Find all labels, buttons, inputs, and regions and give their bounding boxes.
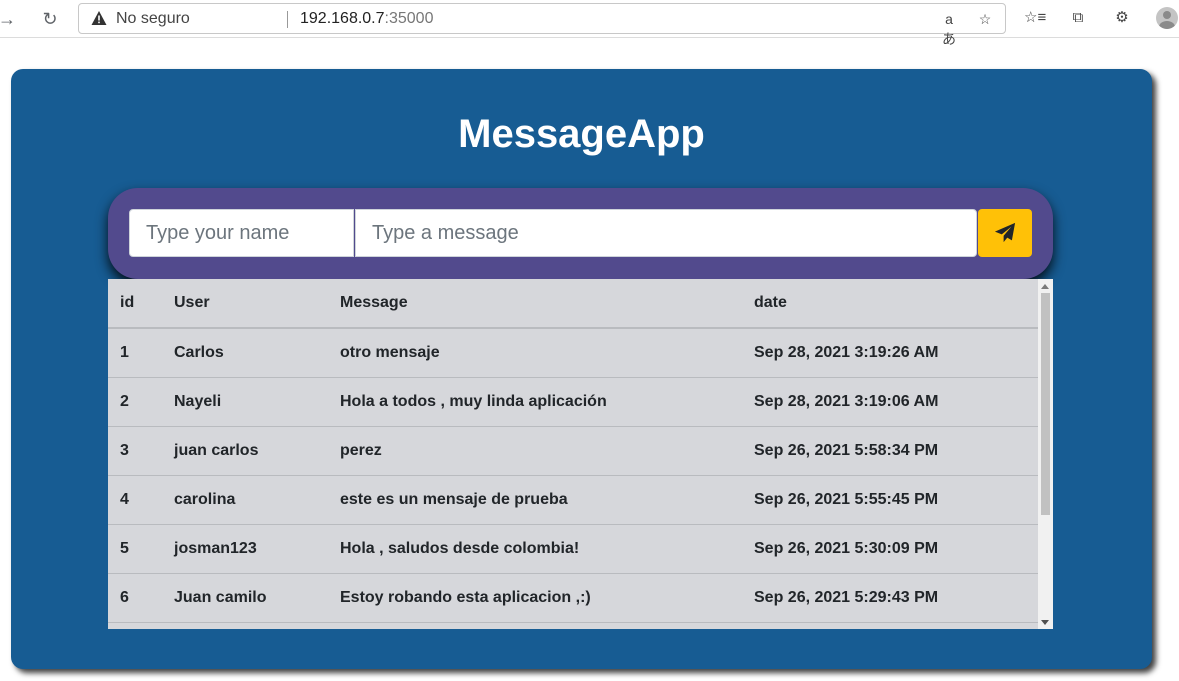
cell-user: Nayeli [162, 377, 328, 427]
url-port: :35000 [384, 10, 434, 27]
cell-message: Estoy robando esta aplicacion ,:) [328, 573, 742, 623]
cell-date: Sep 26, 2021 5:30:09 PM [742, 524, 1038, 574]
favorites-icon[interactable]: ☆≡ [1024, 7, 1046, 29]
address-bar[interactable]: No seguro 192.168.0.7:35000 aあ ☆ [78, 3, 1006, 47]
name-input[interactable] [129, 209, 354, 257]
forward-arrow-icon[interactable]: → [0, 6, 20, 32]
cell-user: josman123 [162, 524, 328, 574]
cell-id: 4 [108, 475, 162, 525]
url-text: 192.168.0.7:35000 [300, 10, 433, 28]
cell-date: Sep 26, 2021 5:29:43 PM [742, 573, 1038, 623]
message-input[interactable] [355, 209, 977, 257]
cell-user: Carlos [162, 328, 328, 378]
extensions-icon[interactable]: ⚙ [1111, 7, 1133, 29]
table-row: 3 juan carlos perez Sep 26, 2021 5:58:34… [108, 426, 1038, 476]
message-app-card: MessageApp id User Message date 1 Carlos [11, 69, 1152, 669]
table-row: 2 Nayeli Hola a todos , muy linda aplica… [108, 377, 1038, 427]
cell-id: 2 [108, 377, 162, 427]
header-message: Message [328, 279, 742, 329]
cell-id: 1 [108, 328, 162, 378]
profile-avatar-icon[interactable] [1156, 7, 1178, 29]
table-row: 1 Carlos otro mensaje Sep 28, 2021 3:19:… [108, 328, 1038, 378]
header-date: date [742, 279, 1038, 329]
table-scrollbar[interactable] [1038, 279, 1053, 629]
cell-user: carolina [162, 475, 328, 525]
cell-user: juan carlos [162, 426, 328, 476]
table-row: 6 Juan camilo Estoy robando esta aplicac… [108, 573, 1038, 623]
paper-plane-icon [994, 222, 1016, 243]
reload-icon[interactable]: ↻ [37, 6, 63, 32]
messages-table-container[interactable]: id User Message date 1 Carlos otro mensa… [108, 279, 1053, 629]
header-user: User [162, 279, 328, 329]
scroll-thumb[interactable] [1041, 293, 1050, 515]
message-form [108, 188, 1053, 279]
cell-message: perez [328, 426, 742, 476]
divider [287, 11, 288, 28]
cell-id: 3 [108, 426, 162, 476]
cell-date: Sep 26, 2021 5:58:34 PM [742, 426, 1038, 476]
scroll-up-arrow-icon[interactable] [1041, 284, 1049, 289]
send-button[interactable] [978, 209, 1032, 257]
cell-id: 6 [108, 573, 162, 623]
cell-message: otro mensaje [328, 328, 742, 378]
security-label: No seguro [116, 10, 190, 27]
translate-icon[interactable]: aあ [939, 9, 959, 47]
url-host: 192.168.0.7 [300, 10, 385, 27]
cell-message: Hola a todos , muy linda aplicación [328, 377, 742, 427]
table-row: 5 josman123 Hola , saludos desde colombi… [108, 524, 1038, 574]
cell-date: Sep 28, 2021 3:19:26 AM [742, 328, 1038, 378]
cell-id: 5 [108, 524, 162, 574]
cell-date: Sep 26, 2021 5:55:45 PM [742, 475, 1038, 525]
table-header-row: id User Message date [108, 279, 1038, 329]
header-id: id [108, 279, 162, 329]
warning-icon [91, 11, 107, 25]
add-favorite-icon[interactable]: ☆ [975, 9, 995, 29]
cell-date: Sep 28, 2021 3:19:06 AM [742, 377, 1038, 427]
cell-user: Juan camilo [162, 573, 328, 623]
browser-toolbar: → ↻ No seguro 192.168.0.7:35000 aあ ☆ ☆≡ … [0, 0, 1179, 47]
collections-icon[interactable]: ⧉ [1067, 7, 1089, 29]
cell-message: Hola , saludos desde colombia! [328, 524, 742, 574]
table-row: 4 carolina este es un mensaje de prueba … [108, 475, 1038, 525]
scroll-down-arrow-icon[interactable] [1041, 620, 1049, 625]
page-title: MessageApp [458, 112, 705, 156]
messages-table: id User Message date 1 Carlos otro mensa… [108, 279, 1038, 623]
cell-message: este es un mensaje de prueba [328, 475, 742, 525]
